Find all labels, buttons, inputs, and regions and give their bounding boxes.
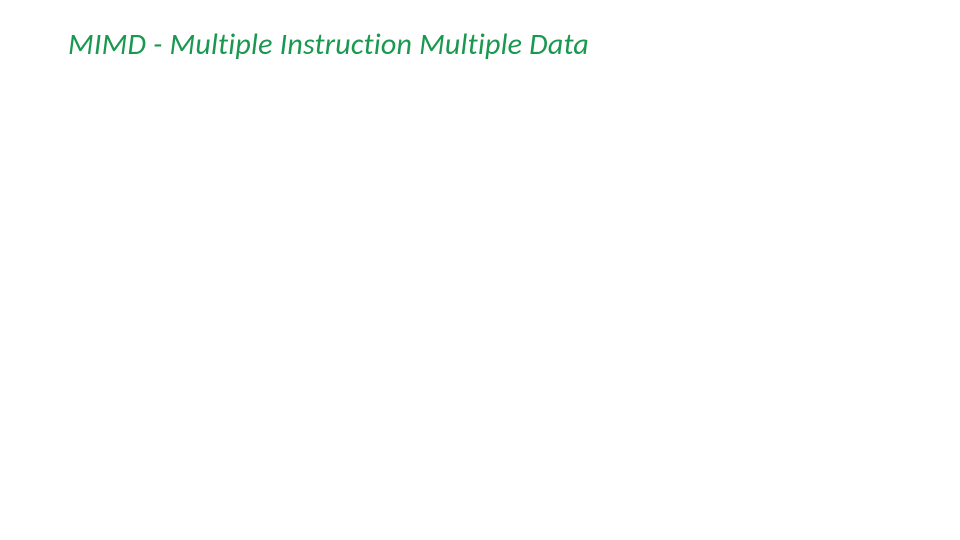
slide-title: MIMD - Multiple Instruction Multiple Dat… [68, 26, 589, 63]
